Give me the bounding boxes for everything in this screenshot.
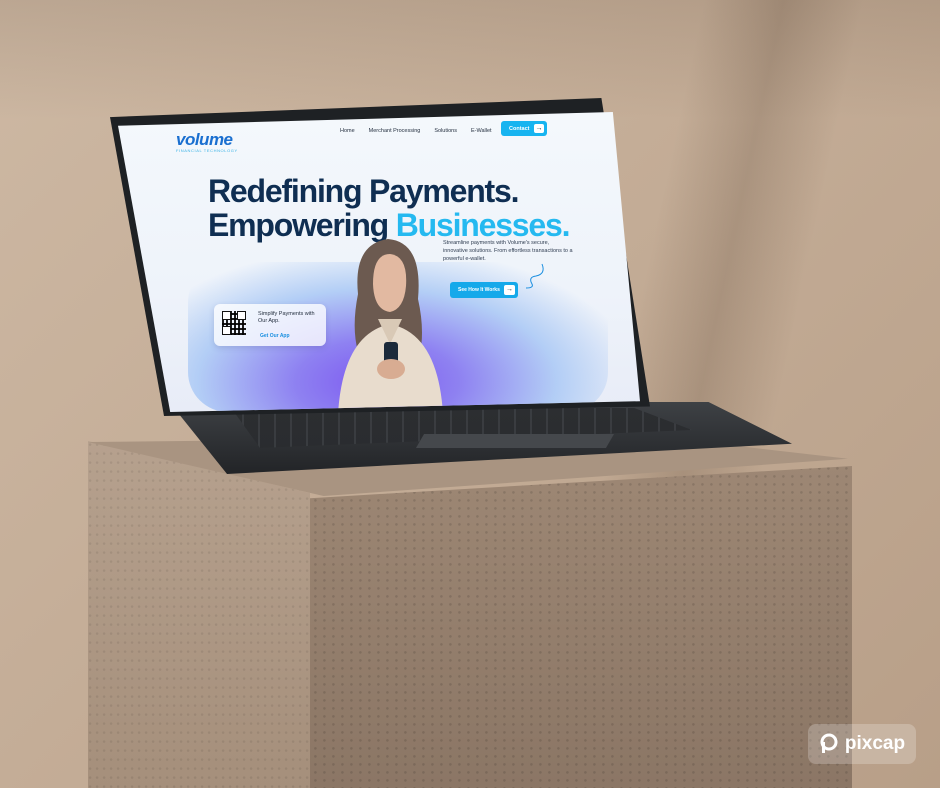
watermark: pixcap: [808, 724, 916, 764]
logo-wordmark: volume: [176, 130, 233, 149]
wall-shadow-top: [0, 0, 940, 120]
pedestal-right-face: [310, 466, 852, 788]
pedestal-left-face: [88, 441, 310, 788]
pixcap-logo-icon: [820, 733, 838, 753]
hero-subtext: Streamline payments with Volume's secure…: [443, 240, 573, 262]
arrow-right-icon: →: [504, 285, 515, 295]
contact-button[interactable]: Contact →: [501, 121, 547, 136]
arrow-right-icon: →: [534, 124, 544, 133]
cta-label: See How It Works: [458, 287, 500, 293]
curly-arrow-icon: [525, 263, 544, 289]
nav-item-home[interactable]: Home: [340, 128, 355, 134]
app-download-card: Simplify Payments with Our App. Get Our …: [214, 304, 326, 346]
see-how-it-works-button[interactable]: See How It Works →: [450, 282, 518, 298]
nav-item-e-wallet[interactable]: E-Wallet: [471, 128, 492, 134]
get-our-app-link[interactable]: Get Our App: [260, 333, 290, 339]
laptop-screen: volume FINANCIAL TECHNOLOGY Home Merchan…: [118, 112, 640, 412]
headline-line-1: Redefining Payments.: [208, 173, 520, 209]
website-page: volume FINANCIAL TECHNOLOGY Home Merchan…: [118, 112, 640, 412]
laptop-trackpad: [415, 434, 615, 448]
nav-item-merchant-processing[interactable]: Merchant Processing: [369, 128, 421, 134]
main-nav: Home Merchant Processing Solutions E-Wal…: [340, 128, 492, 134]
logo[interactable]: volume FINANCIAL TECHNOLOGY: [176, 130, 238, 153]
contact-button-label: Contact: [509, 125, 530, 132]
logo-tagline: FINANCIAL TECHNOLOGY: [176, 148, 238, 153]
qr-code-icon[interactable]: [222, 311, 246, 335]
app-card-title: Simplify Payments with Our App.: [258, 311, 315, 324]
nav-item-solutions[interactable]: Solutions: [434, 128, 457, 134]
watermark-text: pixcap: [844, 733, 906, 754]
